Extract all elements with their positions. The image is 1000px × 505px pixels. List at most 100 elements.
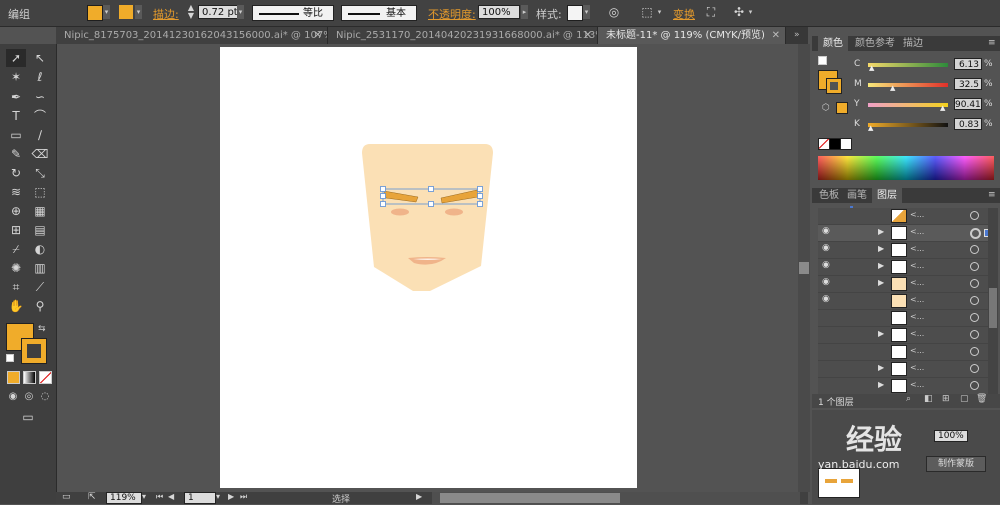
channel-y-slider[interactable] <box>868 103 948 107</box>
layer-target-icon[interactable] <box>970 330 979 339</box>
layer-row[interactable]: <... <box>818 310 998 327</box>
default-colors-icon[interactable] <box>6 354 14 362</box>
layer-row[interactable]: ◉ ▶ <... <box>818 225 998 242</box>
rotate-tool-icon[interactable]: ↻ <box>6 164 26 182</box>
layers-scrollbar[interactable] <box>988 208 998 394</box>
magic-wand-tool-icon[interactable]: ✶ <box>6 68 26 86</box>
gamut-swatch[interactable] <box>836 102 848 114</box>
channel-m-value[interactable]: 32.5 <box>954 78 982 90</box>
selection-tool-icon[interactable]: ➚ <box>6 49 26 67</box>
layer-target-icon[interactable] <box>970 296 979 305</box>
visibility-eye-icon[interactable]: ◉ <box>822 260 830 270</box>
vertical-scroll-thumb[interactable] <box>799 262 809 274</box>
export-icon[interactable]: ⇱ <box>88 492 96 502</box>
transparency-opacity-field[interactable]: 100% <box>934 430 968 442</box>
isolate-icon[interactable]: ⛶ <box>702 5 720 20</box>
vertical-scrollbar[interactable] <box>798 44 810 492</box>
style-dropdown[interactable]: ▾ <box>583 5 590 19</box>
expand-arrow-icon[interactable]: ▶ <box>878 261 884 270</box>
perspective-grid-tool-icon[interactable]: ▦ <box>30 202 50 220</box>
opacity-label[interactable]: 不透明度: <box>428 6 476 22</box>
expand-arrow-icon[interactable]: ▶ <box>878 278 884 287</box>
first-page-icon[interactable]: ⏮ <box>156 492 163 502</box>
shape-builder-tool-icon[interactable]: ⊕ <box>6 202 26 220</box>
pen-tool-icon[interactable]: ✒ <box>6 88 26 106</box>
align-dropdown[interactable]: ▾ <box>656 5 663 19</box>
layer-row[interactable]: ▶ <... <box>818 378 998 395</box>
horizontal-scroll-thumb[interactable] <box>440 493 620 503</box>
close-icon[interactable]: ✕ <box>314 27 322 44</box>
pencil-tool-icon[interactable]: ✎ <box>6 145 26 163</box>
blend-tool-icon[interactable]: ◐ <box>30 240 50 258</box>
artboard[interactable] <box>220 47 637 488</box>
stroke-profile-select[interactable]: 等比 <box>252 5 334 21</box>
layer-target-icon[interactable] <box>970 347 979 356</box>
artboard-tool-icon[interactable]: ⌗ <box>6 278 26 296</box>
fill-dropdown[interactable]: ▾ <box>103 5 110 19</box>
layer-target-icon[interactable] <box>970 279 979 288</box>
out-of-gamut-icon[interactable]: ⬡ <box>822 103 830 113</box>
free-transform-tool-icon[interactable]: ⬚ <box>30 183 50 201</box>
eyedropper-tool-icon[interactable]: ⌿ <box>6 240 26 258</box>
gradient-tool-icon[interactable]: ▤ <box>30 221 50 239</box>
gradient-mode-icon[interactable] <box>23 371 36 384</box>
stroke-stepper[interactable]: ▲ ▼ <box>186 4 196 20</box>
layer-row[interactable]: ▶ <... <box>818 361 998 378</box>
locate-object-icon[interactable]: ⌕ <box>906 394 911 404</box>
tabs-overflow-icon[interactable]: » <box>794 30 800 40</box>
swap-fill-stroke-icon[interactable]: ⇆ <box>38 324 46 334</box>
channel-m-slider[interactable] <box>868 83 948 87</box>
stroke-swatch[interactable] <box>119 5 133 19</box>
artboard-nav-icon[interactable]: ▭ <box>62 492 71 502</box>
page-field[interactable]: 1 <box>184 492 216 504</box>
layer-row[interactable]: ◉ ▶ <... <box>818 242 998 259</box>
type-tool-icon[interactable]: T <box>6 107 26 125</box>
channel-y-thumb[interactable]: ▲ <box>940 104 945 112</box>
layer-row[interactable]: ▶ <... <box>818 327 998 344</box>
panel-stroke-swatch[interactable] <box>826 78 842 94</box>
layer-target-icon[interactable] <box>970 245 979 254</box>
expand-arrow-icon[interactable]: ▶ <box>878 227 884 236</box>
stroke-weight-dropdown[interactable]: ▾ <box>237 5 244 19</box>
layer-target-icon[interactable] <box>970 381 979 390</box>
layer-target-icon[interactable] <box>970 211 979 220</box>
new-layer-icon[interactable]: ▢ <box>960 394 969 404</box>
horizontal-scrollbar[interactable] <box>432 492 800 504</box>
eraser-tool-icon[interactable]: ⌫ <box>30 145 50 163</box>
layer-row[interactable]: ◉ ▶ <... <box>818 276 998 293</box>
channel-m-thumb[interactable]: ▲ <box>890 84 895 92</box>
visibility-eye-icon[interactable]: ◉ <box>822 226 830 236</box>
symbol-sprayer-tool-icon[interactable]: ✺ <box>6 259 26 277</box>
visibility-eye-icon[interactable]: ◉ <box>822 294 830 304</box>
tab-swatches[interactable]: 色板 <box>814 188 844 203</box>
tab-brushes[interactable]: 画笔 <box>842 188 872 203</box>
column-graph-tool-icon[interactable]: ▥ <box>30 259 50 277</box>
color-mode-icon[interactable] <box>7 371 20 384</box>
layer-row[interactable]: ◉ <... <box>818 293 998 310</box>
zoom-tool-icon[interactable]: ⚲ <box>30 297 50 315</box>
tab-layers[interactable]: 图层 <box>872 188 902 203</box>
style-swatch[interactable] <box>567 5 583 21</box>
status-menu-icon[interactable]: ▶ <box>416 492 422 501</box>
channel-c-thumb[interactable]: ▲ <box>869 64 874 72</box>
stroke-label[interactable]: 描边: <box>153 6 179 22</box>
draw-mode-icon[interactable]: ◉ <box>6 388 20 406</box>
expand-arrow-icon[interactable]: ▶ <box>878 244 884 253</box>
screen-mode-icon[interactable]: ▭ <box>18 408 38 426</box>
zoom-field[interactable]: 119% <box>106 492 142 504</box>
close-icon[interactable]: ✕ <box>772 27 780 44</box>
layer-row[interactable]: <... <box>818 344 998 361</box>
mesh-tool-icon[interactable]: ⊞ <box>6 221 26 239</box>
visibility-eye-icon[interactable]: ◉ <box>822 243 830 253</box>
slice-tool-icon[interactable]: ⟋ <box>30 278 50 296</box>
tab-color-guide[interactable]: 颜色参考 <box>850 36 900 51</box>
tab-color[interactable]: 颜色 <box>818 36 848 51</box>
arc-tool-icon[interactable]: ⌒ <box>30 107 50 125</box>
last-page-icon[interactable]: ⏭ <box>240 492 247 502</box>
direct-selection-tool-icon[interactable]: ↖ <box>30 49 50 67</box>
color-spectrum[interactable] <box>818 156 994 180</box>
recolor-icon[interactable]: ◎ <box>606 5 622 19</box>
white-swatch[interactable] <box>840 138 852 150</box>
layer-row[interactable]: <... <box>818 208 998 225</box>
default-colors-icon[interactable] <box>818 56 827 65</box>
